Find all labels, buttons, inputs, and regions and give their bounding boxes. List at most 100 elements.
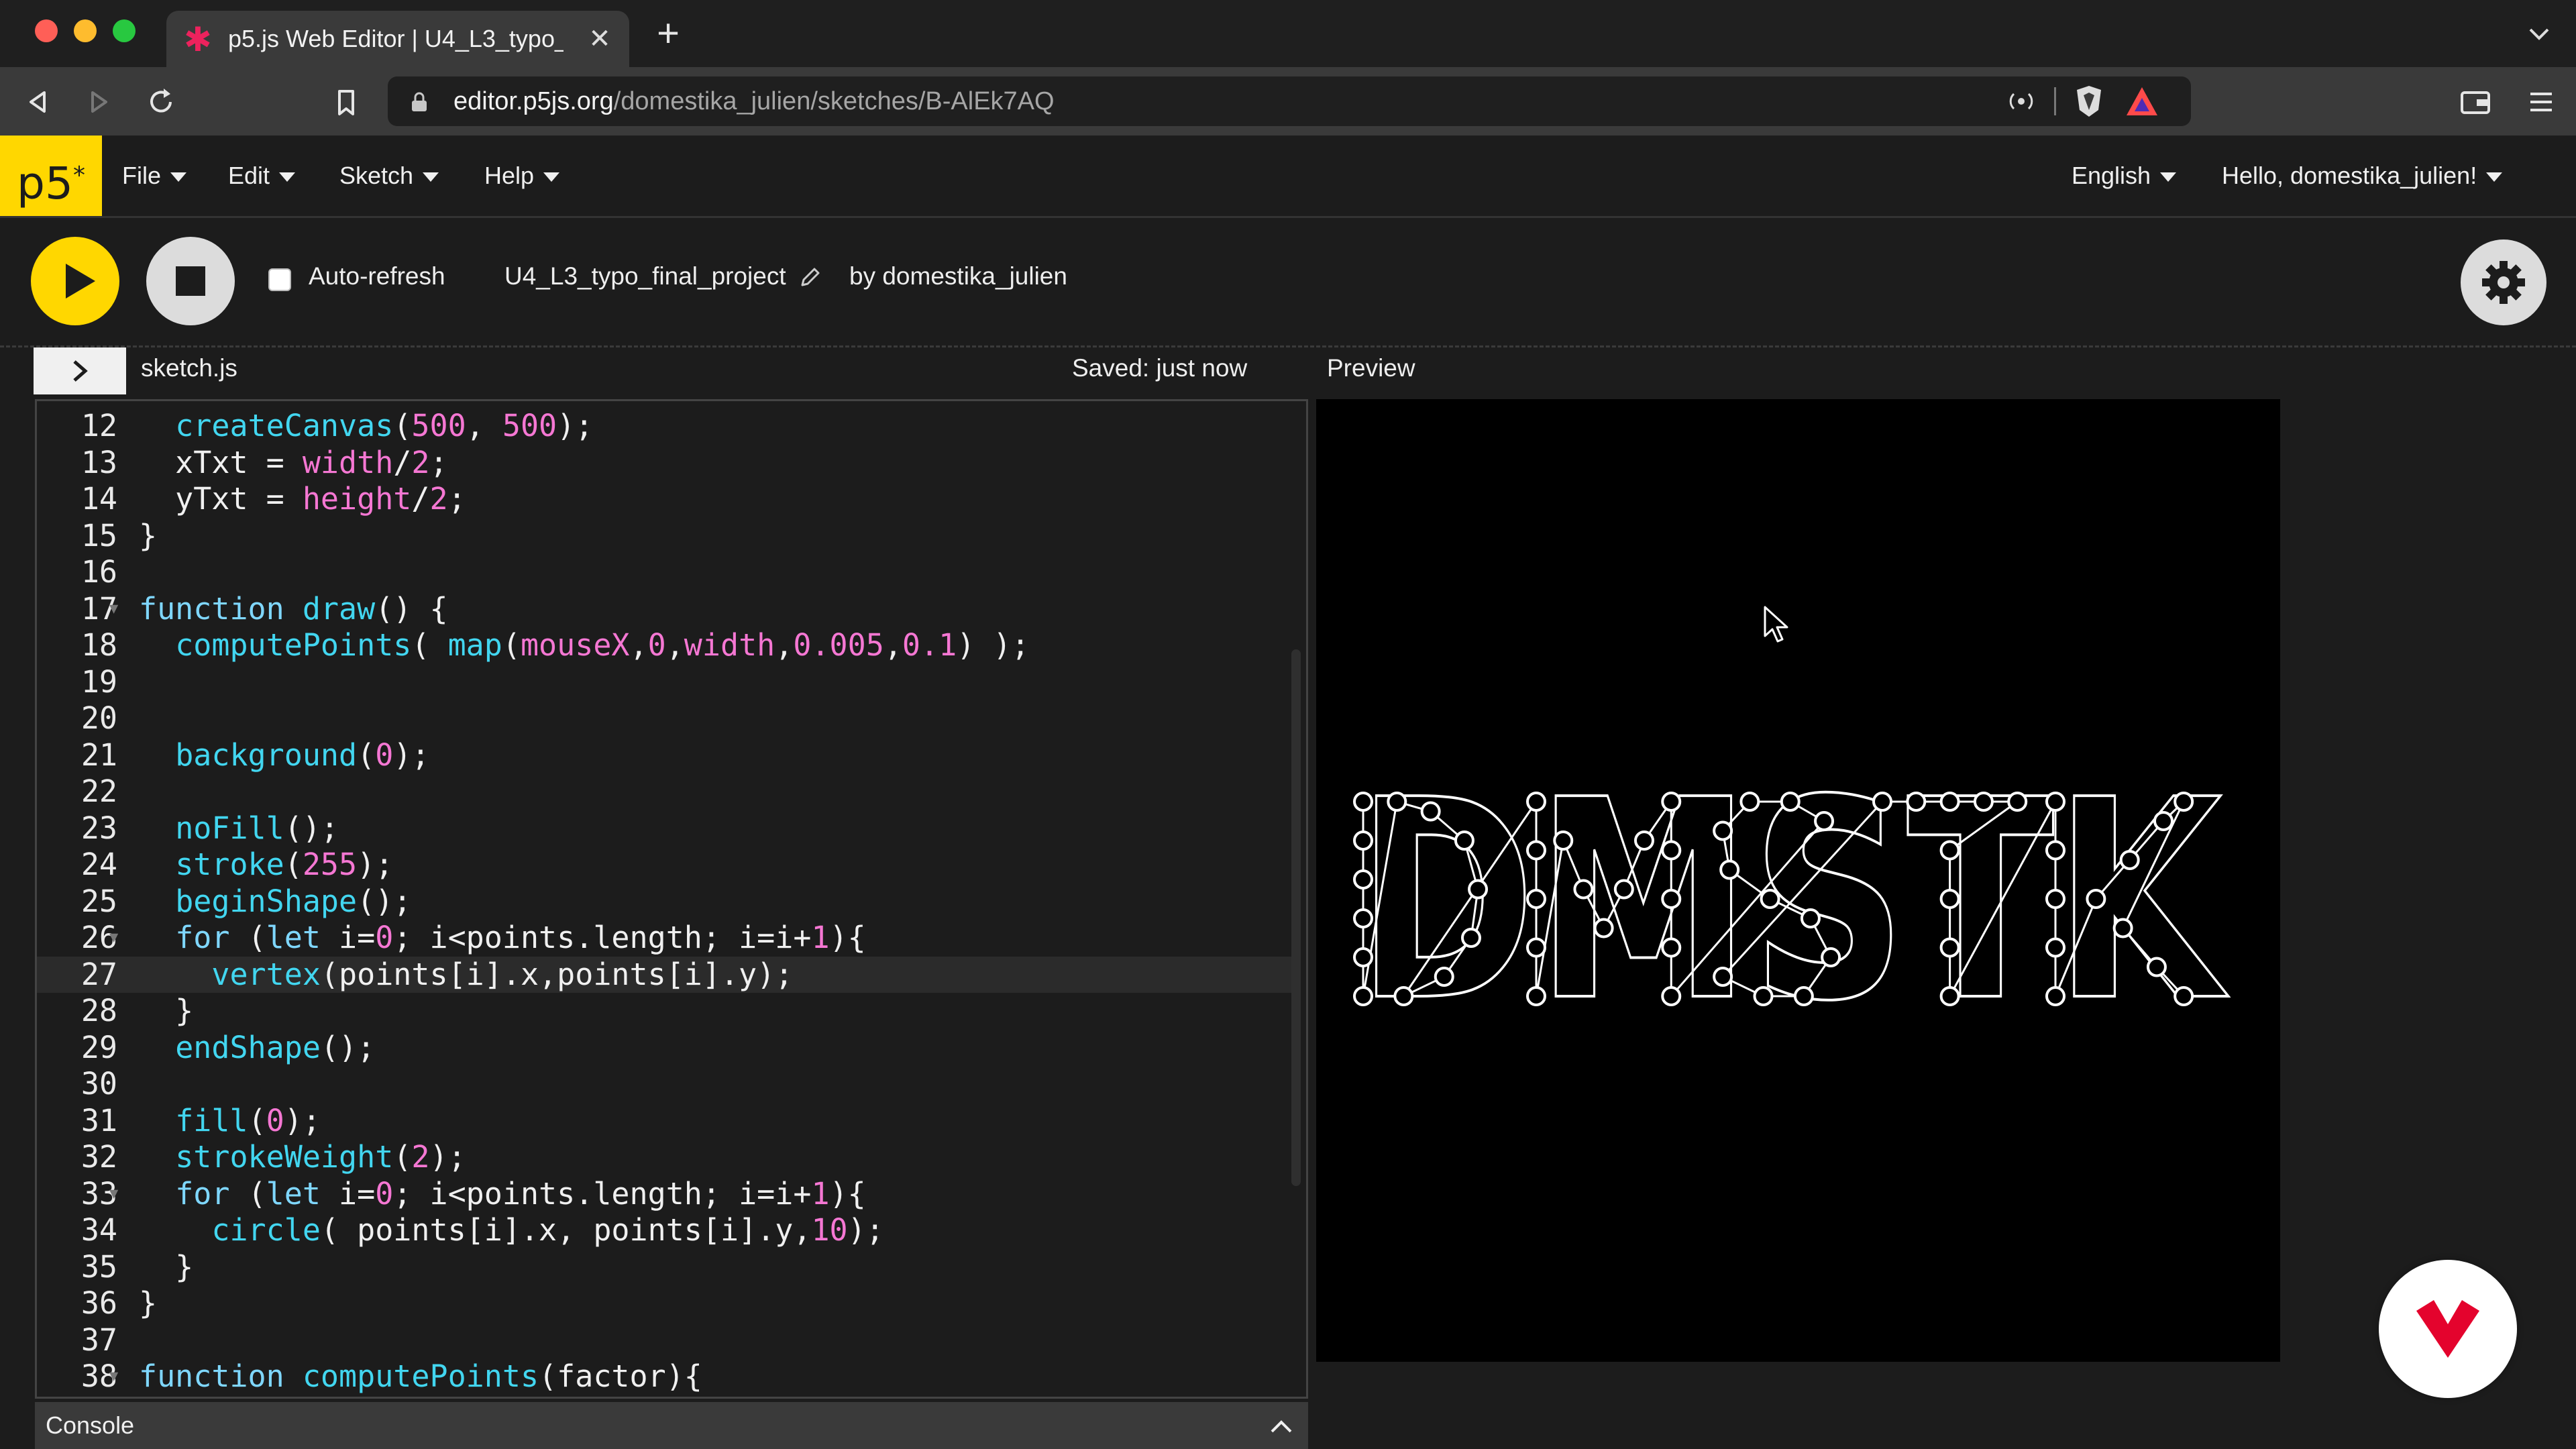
sketch-point-circle: [1573, 879, 1594, 900]
pencil-icon[interactable]: [798, 266, 821, 289]
sketch-point-circle: [1526, 840, 1546, 861]
fold-arrow-icon[interactable]: ▼: [109, 920, 118, 956]
code-line[interactable]: 28 }: [37, 993, 1298, 1030]
domestika-logo-button[interactable]: [2379, 1260, 2517, 1398]
code-text: }: [139, 517, 158, 553]
minimize-window-button[interactable]: [74, 19, 97, 42]
line-number: 19: [80, 663, 117, 700]
code-line[interactable]: 34 circle( points[i].x, points[i].y,10);: [37, 1212, 1298, 1249]
code-line[interactable]: 12 createCanvas(500, 500);: [37, 408, 1298, 445]
menu-help[interactable]: Help: [484, 136, 560, 216]
browser-tab-bar: ✱ p5.js Web Editor | U4_L3_typo_ ✕ +: [0, 0, 2576, 67]
sketch-point-circle: [1814, 811, 1835, 831]
code-line[interactable]: 20: [37, 700, 1298, 737]
line-number: 29: [80, 1029, 117, 1065]
code-line[interactable]: 26 ▼ for (let i=0; i<points.length; i=i+1…: [37, 920, 1298, 957]
code-line[interactable]: 25 beginShape();: [37, 883, 1298, 920]
code-line[interactable]: 19: [37, 664, 1298, 701]
stop-button[interactable]: [146, 237, 235, 325]
line-number: 27: [80, 956, 117, 992]
code-text: computePoints( map(mouseX,0,width,0.005,…: [175, 627, 1030, 663]
code-line[interactable]: 33 ▼ for (let i=0; i<points.length; i=i+1…: [37, 1176, 1298, 1213]
fold-arrow-icon[interactable]: ▼: [109, 591, 118, 627]
code-text: points = font.textToPoints(txt,xTxt,yTxt…: [139, 1395, 1120, 1397]
sketch-point-circle: [1633, 830, 1654, 851]
chevron-down-icon[interactable]: [2522, 17, 2556, 51]
preview-canvas[interactable]: DMSTK: [1316, 399, 2280, 1362]
sketch-point-circle: [1353, 908, 1373, 928]
code-line[interactable]: 27 vertex(points[i].x,points[i].y);: [37, 956, 1298, 993]
chevron-right-icon: [73, 360, 88, 382]
console-panel[interactable]: Console: [35, 1402, 1308, 1449]
line-number: 38: [80, 1358, 117, 1394]
reader-mode-icon[interactable]: [2004, 86, 2038, 117]
sketch-point-circle: [1353, 830, 1373, 851]
sketch-point-circle: [1939, 840, 1960, 861]
menu-file[interactable]: File: [122, 136, 187, 216]
brave-rewards-icon[interactable]: [2124, 85, 2160, 118]
code-text: circle( points[i].x, points[i].y,10);: [211, 1212, 884, 1248]
code-text: vertex(points[i].x,points[i].y);: [211, 956, 794, 992]
code-text: }: [139, 1248, 194, 1285]
code-line[interactable]: 35 }: [37, 1249, 1298, 1286]
sketch-name[interactable]: U4_L3_typo_final_project: [504, 262, 786, 290]
fold-arrow-icon[interactable]: ▼: [109, 1176, 118, 1212]
code-line[interactable]: 24 stroke(255);: [37, 847, 1298, 883]
browser-tab-active[interactable]: ✱ p5.js Web Editor | U4_L3_typo_ ✕: [166, 11, 629, 67]
sketch-point-circle: [1553, 830, 1574, 851]
sketch-point-circle: [1661, 889, 1682, 909]
code-line[interactable]: 37: [37, 1322, 1298, 1359]
code-line[interactable]: 16: [37, 554, 1298, 591]
close-tab-icon[interactable]: ✕: [584, 23, 616, 55]
code-line[interactable]: 22: [37, 773, 1298, 810]
new-tab-button[interactable]: +: [649, 14, 687, 53]
back-arrow-icon[interactable]: [17, 82, 58, 122]
code-line[interactable]: 36}: [37, 1285, 1298, 1322]
code-line[interactable]: 23 noFill();: [37, 810, 1298, 847]
sketch-point-circle: [2045, 792, 2065, 812]
p5-logo[interactable]: p5*: [0, 136, 102, 216]
sketch-point-circle: [1661, 986, 1682, 1006]
code-line[interactable]: 31 fill(0);: [37, 1103, 1298, 1140]
code-line[interactable]: 15}: [37, 518, 1298, 555]
code-line[interactable]: 38 ▼ function computePoints(factor){: [37, 1358, 1298, 1395]
fold-arrow-icon[interactable]: ▼: [109, 1358, 118, 1395]
bookmark-icon[interactable]: [326, 82, 366, 122]
close-window-button[interactable]: [35, 19, 58, 42]
sketch-point-circle: [1939, 792, 1960, 812]
code-line[interactable]: 21 background(0);: [37, 737, 1298, 774]
brave-shield-icon[interactable]: [2072, 83, 2106, 119]
play-button[interactable]: [31, 237, 119, 325]
code-line[interactable]: 30: [37, 1066, 1298, 1103]
code-text: }: [139, 1285, 158, 1321]
sketch-toolbar: Auto-refresh U4_L3_typo_final_project by…: [0, 218, 2576, 347]
auto-refresh-checkbox[interactable]: [268, 268, 291, 291]
code-line[interactable]: 17 ▼ function draw() {: [37, 591, 1298, 628]
menu-edit[interactable]: Edit: [228, 136, 296, 216]
address-bar[interactable]: editor.p5js.org/domestika_julien/sketche…: [388, 76, 2191, 126]
domestika-logo: [2416, 1300, 2479, 1358]
chevron-up-icon[interactable]: [1268, 1413, 1295, 1440]
toggle-sidebar-button[interactable]: [34, 347, 126, 394]
user-menu[interactable]: Hello, domestika_julien!: [2222, 136, 2503, 216]
code-text: for (let i=0; i<points.length; i=i+1){: [175, 1175, 866, 1212]
code-line[interactable]: 14 yTxt = height/2;: [37, 481, 1298, 518]
code-line[interactable]: 18 computePoints( map(mouseX,0,width,0.0…: [37, 627, 1298, 664]
code-editor[interactable]: 12 createCanvas(500, 500); 13 xTxt = widt…: [35, 399, 1308, 1399]
reload-icon[interactable]: [141, 82, 181, 122]
hamburger-menu-icon[interactable]: [2521, 82, 2561, 122]
settings-button[interactable]: [2461, 239, 2546, 325]
code-line[interactable]: 13 xTxt = width/2;: [37, 445, 1298, 482]
code-line[interactable]: 29 endShape();: [37, 1030, 1298, 1067]
fold-arrow-icon[interactable]: ▼: [109, 1395, 118, 1397]
menu-sketch[interactable]: Sketch: [339, 136, 439, 216]
forward-arrow-icon[interactable]: [79, 82, 119, 122]
language-select[interactable]: English: [2072, 136, 2177, 216]
editor-scrollbar[interactable]: [1291, 649, 1301, 1186]
code-line[interactable]: 32 strokeWeight(2);: [37, 1139, 1298, 1176]
wallet-icon[interactable]: [2455, 82, 2496, 122]
code-text: noFill();: [175, 810, 339, 846]
maximize-window-button[interactable]: [113, 19, 136, 42]
code-line[interactable]: 39▼ points = font.textToPoints(txt,xTxt,…: [37, 1395, 1298, 1397]
sketch-point-circle: [2045, 840, 2065, 861]
